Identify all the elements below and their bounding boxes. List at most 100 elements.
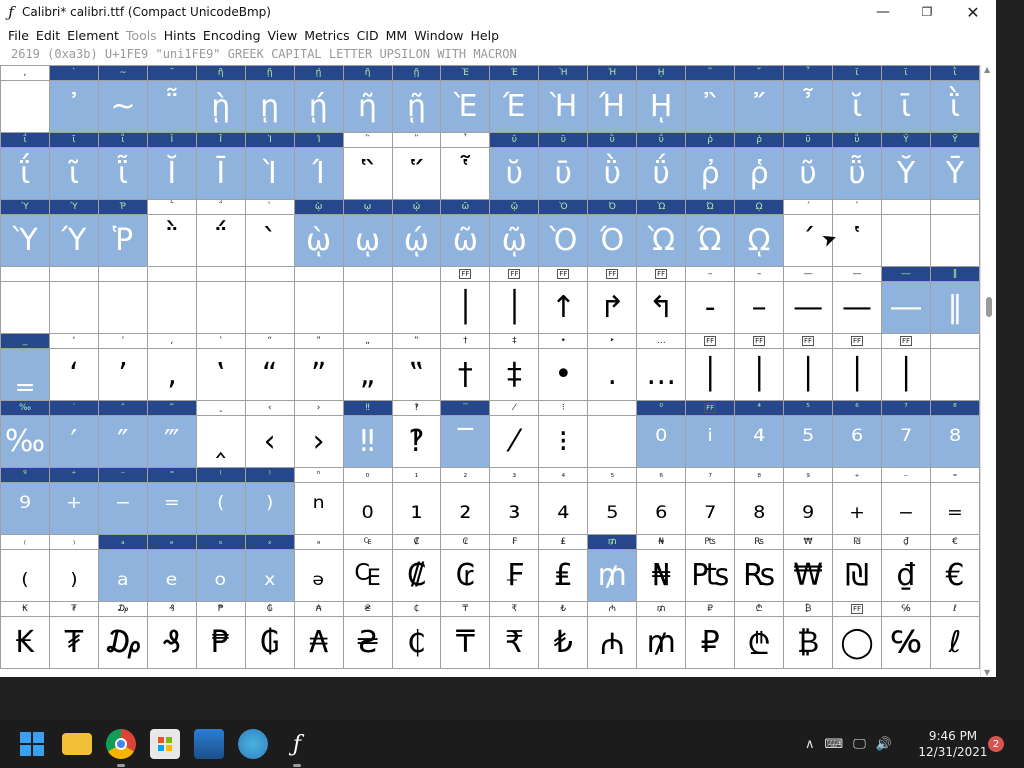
glyph-cell[interactable]: ῤ [685,147,736,200]
glyph-cell[interactable]: – [734,281,785,334]
glyph-cell[interactable]: ῞ [391,147,442,200]
glyph-cell[interactable]: ₫ [881,549,931,602]
glyph-cell[interactable]: ₸ [440,616,491,669]
glyph-label[interactable]: ⁶ [832,400,882,416]
glyph-label[interactable]: FF [832,601,882,617]
glyph-label[interactable]: FF [538,266,589,282]
glyph-cell[interactable]: ₥ [636,616,687,669]
glyph-cell[interactable] [195,281,246,334]
glyph-cell[interactable]: ‽ [391,415,442,468]
glyph-cell[interactable]: ῲ [293,214,344,267]
glyph-cell[interactable]: ” [293,348,344,401]
glyph-cell[interactable]: † [440,348,491,401]
glyph-label[interactable]: € [929,534,980,550]
fontforge-icon[interactable]: ƒ [0,0,22,24]
glyph-label[interactable]: ῼ [734,199,785,215]
glyph-cell[interactable]: ₯ [97,616,148,669]
glyph-cell[interactable]: ῟ [440,147,491,200]
glyph-label[interactable]: ₺ [538,601,589,617]
glyph-label[interactable]: FF [685,333,736,349]
glyph-cell[interactable]: ⁻ [97,482,148,535]
glyph-cell[interactable]: │ [832,348,882,401]
glyph-cell[interactable]: ₆ [636,482,687,535]
glyph-cell[interactable]: ⁸ [929,415,980,468]
glyph-cell[interactable]: ῷ [489,214,540,267]
glyph-cell[interactable]: ₐ [97,549,148,602]
glyph-cell[interactable]: Ό [587,214,638,267]
glyph-cell[interactable]: ‘ [48,348,99,401]
glyph-cell[interactable]: . [587,348,638,401]
glyph-cell[interactable] [146,281,197,334]
glyph-cell[interactable]: ῒ [929,80,980,133]
glyph-cell[interactable]: ₁ [391,482,442,535]
glyph-label[interactable]: FF [783,333,834,349]
glyph-label[interactable]: Ὲ [440,65,491,81]
glyph-cell[interactable]: ῎ [734,80,785,133]
menu-encoding[interactable]: Encoding [203,28,266,43]
glyph-label[interactable]: ~ [97,65,148,81]
glyph-cell[interactable]: ῡ [538,147,589,200]
glyph-label[interactable]: ⁻ [97,467,148,483]
glyph-label[interactable]: Ύ [48,199,99,215]
glyph-label[interactable]: ῀ [146,65,197,81]
glyph-label[interactable]: ´ [783,199,834,215]
glyph-label[interactable]: … [636,333,687,349]
glyph-label[interactable]: Ῡ [929,132,980,148]
glyph-cell[interactable]: ‹ [244,415,295,468]
glyph-label[interactable] [146,266,197,282]
glyph-cell[interactable]: — [832,281,882,334]
glyph-label[interactable]: Ὸ [538,199,589,215]
glyph-label[interactable]: FF [636,266,687,282]
glyph-label[interactable]: ῶ [440,199,491,215]
glyph-cell[interactable]: ₹ [489,616,540,669]
glyph-label[interactable]: Ῐ [146,132,197,148]
glyph-label[interactable]: ₓ [244,534,295,550]
glyph-label[interactable]: ⁹ [0,467,50,483]
scroll-up-arrow[interactable]: ▲ [984,65,990,74]
network-icon[interactable]: 🖵 [853,737,866,752]
glyph-cell[interactable]: ₑ [146,549,197,602]
glyph-label[interactable]: ⁷ [881,400,931,416]
glyph-label[interactable]: ῾ [832,199,882,215]
glyph-cell[interactable]: ῑ [881,80,931,133]
glyph-cell[interactable] [391,281,442,334]
glyph-label[interactable]: ΐ [0,132,50,148]
glyph-cell[interactable] [293,281,344,334]
photos-icon[interactable] [194,729,224,759]
glyph-cell[interactable]: ₅ [587,482,638,535]
clock[interactable]: 9:46 PM 12/31/2021 [918,728,988,760]
glyph-label[interactable]: ⁰ [636,400,687,416]
glyph-label[interactable]: ₑ [146,534,197,550]
glyph-label[interactable]: ῲ [293,199,344,215]
glyph-cell[interactable]: ⁶ [832,415,882,468]
glyph-label[interactable]: ₼ [587,601,638,617]
glyph-cell[interactable]: ῠ [489,147,540,200]
glyph-cell[interactable]: ₋ [881,482,931,535]
glyph-cell[interactable]: ₦ [636,549,687,602]
glyph-cell[interactable]: ₰ [146,616,197,669]
glyph-cell[interactable]: ῦ [783,147,834,200]
glyph-label[interactable] [97,266,148,282]
glyph-label[interactable]: ῥ [734,132,785,148]
glyph-cell[interactable] [97,281,148,334]
glyph-cell[interactable]: ₥ [587,549,638,602]
glyph-label[interactable]: ₩ [783,534,834,550]
glyph-label[interactable]: ῒ [929,65,980,81]
glyph-label[interactable]: ⁴ [734,400,785,416]
glyph-cell[interactable] [48,281,99,334]
glyph-label[interactable]: ₿ [783,601,834,617]
glyph-cell[interactable] [929,348,980,401]
menu-window[interactable]: Window [414,28,468,43]
glyph-cell[interactable]: ₪ [832,549,882,602]
glyph-cell[interactable]: ₠ [342,549,393,602]
glyph-cell[interactable]: Ὺ [0,214,50,267]
glyph-label[interactable]: FF [734,333,785,349]
scroll-thumb[interactable] [986,297,992,317]
glyph-label[interactable]: ₱ [195,601,246,617]
glyph-label[interactable]: ῧ [832,132,882,148]
menu-file[interactable]: File [8,28,34,43]
glyph-label[interactable]: ῳ [342,199,393,215]
glyph-label[interactable]: ₪ [832,534,882,550]
glyph-label[interactable]: ℅ [881,601,931,617]
glyph-cell[interactable]: Ώ [685,214,736,267]
